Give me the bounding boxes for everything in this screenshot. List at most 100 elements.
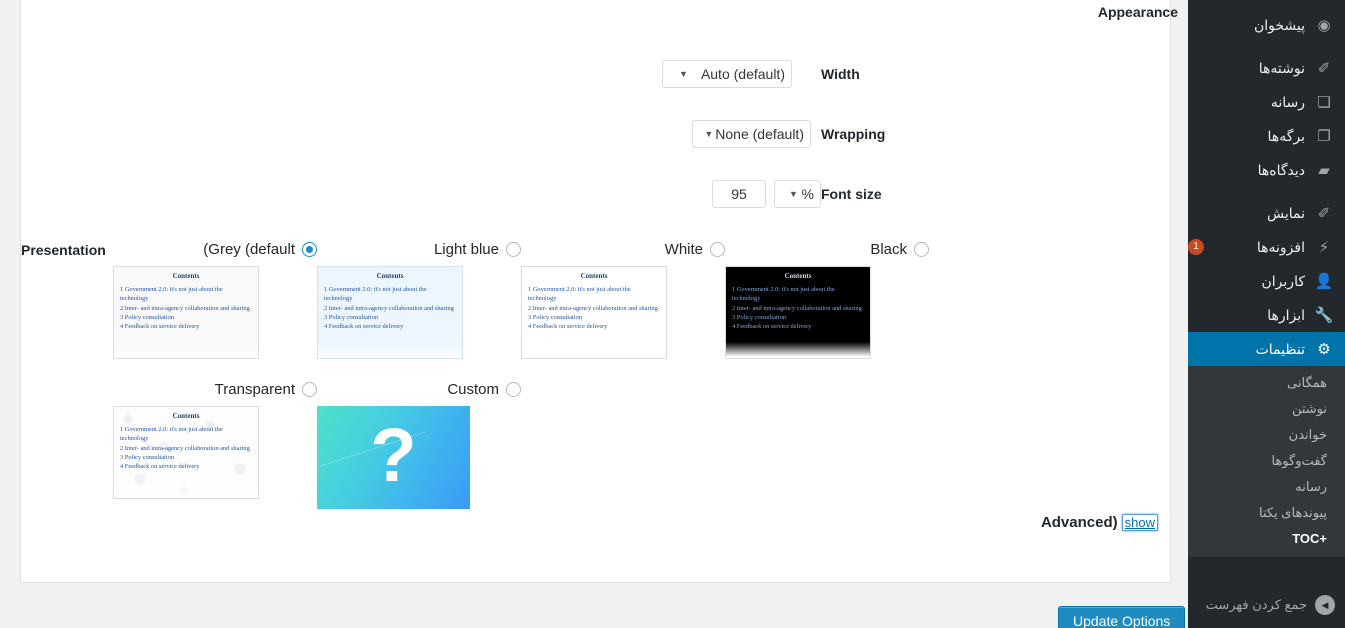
thumbnail-item: 1 Government 2.0: it's not just about th… (120, 426, 223, 443)
sidebar-item-settings-label: تنظیمات (1255, 340, 1305, 357)
presentation-option-custom[interactable]: Custom ? (317, 377, 521, 509)
font-size-unit-value: % (801, 186, 814, 202)
content-area: Appearance Width (Auto (default ▼ Wrappi… (0, 0, 1188, 628)
submenu-item-general[interactable]: همگانی (1188, 370, 1345, 396)
sidebar-item-settings[interactable]: ⚙ تنظیمات (1188, 332, 1345, 366)
thumbnail-fade (114, 485, 258, 498)
sidebar-item-posts-label: نوشته‌ها (1258, 59, 1305, 76)
radio-light-blue[interactable] (506, 241, 521, 257)
thumbnail-fade (318, 345, 462, 358)
thumbnail-fade (114, 345, 258, 358)
collapse-arrow-icon: ◀ (1315, 595, 1335, 615)
thumbnail-item: 3 Policy consultation (732, 313, 786, 321)
presentation-option-grey[interactable]: (Grey (default Contents 1 Government 2.0… (113, 237, 317, 359)
font-size-input[interactable]: 95 (712, 180, 766, 208)
submenu-item-writing[interactable]: نوشتن (1188, 396, 1345, 422)
thumbnail-title: Contents (580, 272, 608, 280)
sidebar-item-appearance[interactable]: ✐ نمایش (1188, 196, 1345, 230)
presentation-option-transparent-head[interactable]: Transparent (113, 377, 317, 401)
presentation-option-black-head[interactable]: Black (725, 237, 929, 261)
presentation-option-white-label: White (664, 240, 703, 258)
sidebar-item-dashboard[interactable]: ◉ پیشخوان (1188, 8, 1345, 42)
thumbnail-custom[interactable]: ? (317, 406, 470, 509)
collapse-menu-wrap: ◀ جمع کردن فهرست (1188, 588, 1345, 628)
radio-custom[interactable] (506, 381, 521, 397)
thumbnail-item: 1 Government 2.0: it's not just about th… (732, 286, 835, 303)
update-options-button[interactable]: Update Options (1058, 606, 1186, 628)
dashboard-icon: ◉ (1317, 16, 1331, 34)
settings-submenu: همگانی نوشتن خواندن گفت‌وگوها رسانه پیون… (1188, 366, 1345, 557)
sidebar-item-comments[interactable]: ▰ دیدگاه‌ها (1188, 153, 1345, 187)
thumbnail-title: Contents (172, 412, 200, 420)
chevron-down-icon: ▼ (704, 129, 714, 139)
radio-black[interactable] (914, 241, 929, 257)
thumbnail-item: 2 Inter- and intra-agency collaboration … (324, 304, 454, 312)
advanced-show-link[interactable]: show (1121, 514, 1158, 531)
wrapping-select[interactable]: (None (default ▼ (692, 120, 811, 148)
submenu-item-reading[interactable]: خواندن (1188, 422, 1345, 448)
font-size-unit-select[interactable]: % ▼ (774, 180, 821, 208)
width-select[interactable]: (Auto (default ▼ (662, 60, 792, 88)
thumbnail-item: 1 Government 2.0: it's not just about th… (528, 286, 631, 303)
thumbnail-item: 1 Government 2.0: it's not just about th… (120, 286, 223, 303)
presentation-option-custom-label: Custom (447, 380, 499, 398)
radio-white[interactable] (710, 241, 725, 257)
thumbnail-light-blue[interactable]: Contents 1 Government 2.0: it's not just… (317, 266, 463, 359)
presentation-option-white-head[interactable]: White (521, 237, 725, 261)
appearance-heading: Appearance (1097, 4, 1178, 20)
pin-icon: ✐ (1317, 59, 1331, 77)
radio-transparent[interactable] (302, 381, 317, 397)
thumbnail-item: 1 Government 2.0: it's not just about th… (324, 286, 427, 303)
font-size-row: Font size % ▼ 95 (21, 180, 1178, 208)
wrapping-row: Wrapping (None (default ▼ (21, 120, 1178, 148)
submenu-item-toc[interactable]: +TOC (1188, 526, 1345, 551)
presentation-option-grey-head[interactable]: (Grey (default (113, 237, 317, 261)
sidebar-separator (1188, 42, 1345, 51)
sidebar-item-posts[interactable]: ✐ نوشته‌ها (1188, 51, 1345, 85)
sidebar-item-tools[interactable]: 🔧 ابزارها (1188, 298, 1345, 332)
sidebar-item-plugins-label: افزونه‌ها (1256, 238, 1305, 255)
media-icon: ❏ (1317, 93, 1331, 111)
advanced-title: (Advanced (1040, 514, 1118, 531)
submenu-item-media[interactable]: رسانه (1188, 474, 1345, 500)
sidebar-item-media-label: رسانه (1270, 93, 1305, 110)
sidebar-item-plugins[interactable]: ⚡ افزونه‌ها 1 (1188, 230, 1345, 264)
thumbnail-item: 2 Inter- and intra-agency collaboration … (732, 304, 862, 312)
presentation-option-white[interactable]: White Contents 1 Government 2.0: it's no… (521, 237, 725, 359)
screen-root: Appearance Width (Auto (default ▼ Wrappi… (0, 0, 1345, 628)
appearance-heading-row: Appearance (21, 4, 1178, 20)
thumbnail-black[interactable]: Contents 1 Government 2.0: it's not just… (725, 266, 871, 359)
settings-icon: ⚙ (1317, 340, 1331, 358)
thumbnail-grey[interactable]: Contents 1 Government 2.0: it's not just… (113, 266, 259, 359)
collapse-menu-label: جمع کردن فهرست (1205, 597, 1307, 612)
radio-grey[interactable] (302, 241, 317, 257)
sidebar-item-media[interactable]: ❏ رسانه (1188, 85, 1345, 119)
thumbnail-title: Contents (784, 272, 812, 280)
presentation-option-light-blue-head[interactable]: Light blue (317, 237, 521, 261)
advanced-inner: show (Advanced (1041, 514, 1158, 531)
sidebar-item-users[interactable]: 👤 کاربران (1188, 264, 1345, 298)
thumbnail-item: 4 Feedback on service delivery (120, 323, 200, 331)
sidebar-item-appearance-label: نمایش (1266, 204, 1305, 221)
thumbnail-item: 3 Policy consultation (528, 313, 582, 321)
settings-panel: Appearance Width (Auto (default ▼ Wrappi… (20, 0, 1178, 583)
presentation-option-transparent[interactable]: Transparent Contents 1 Government 2.0: i… (113, 377, 317, 509)
thumbnail-item: 2 Inter- and intra-agency collaboration … (120, 444, 250, 452)
thumbnail-item: 4 Feedback on service delivery (324, 323, 404, 331)
page-icon: ❐ (1317, 127, 1331, 145)
presentation-option-black-label: Black (870, 240, 907, 258)
submenu-item-permalinks[interactable]: پیوندهای یکتا (1188, 500, 1345, 526)
comment-icon: ▰ (1318, 161, 1330, 179)
thumbnail-item: 3 Policy consultation (120, 453, 174, 461)
submenu-item-discussion[interactable]: گفت‌وگوها (1188, 448, 1345, 474)
thumbnail-item: 4 Feedback on service delivery (120, 463, 200, 471)
presentation-option-custom-head[interactable]: Custom (317, 377, 521, 401)
presentation-option-light-blue[interactable]: Light blue Contents 1 Government 2.0: it… (317, 237, 521, 359)
collapse-menu-button[interactable]: ◀ جمع کردن فهرست (1188, 588, 1345, 622)
thumbnail-transparent[interactable]: Contents 1 Government 2.0: it's not just… (113, 406, 259, 499)
presentation-options-grid: (Grey (default Contents 1 Government 2.0… (113, 237, 929, 509)
width-select-value: (Auto (default (700, 66, 785, 82)
presentation-option-black[interactable]: Black Contents 1 Government 2.0: it's no… (725, 237, 929, 359)
sidebar-item-pages[interactable]: ❐ برگه‌ها (1188, 119, 1345, 153)
thumbnail-white[interactable]: Contents 1 Government 2.0: it's not just… (521, 266, 667, 359)
